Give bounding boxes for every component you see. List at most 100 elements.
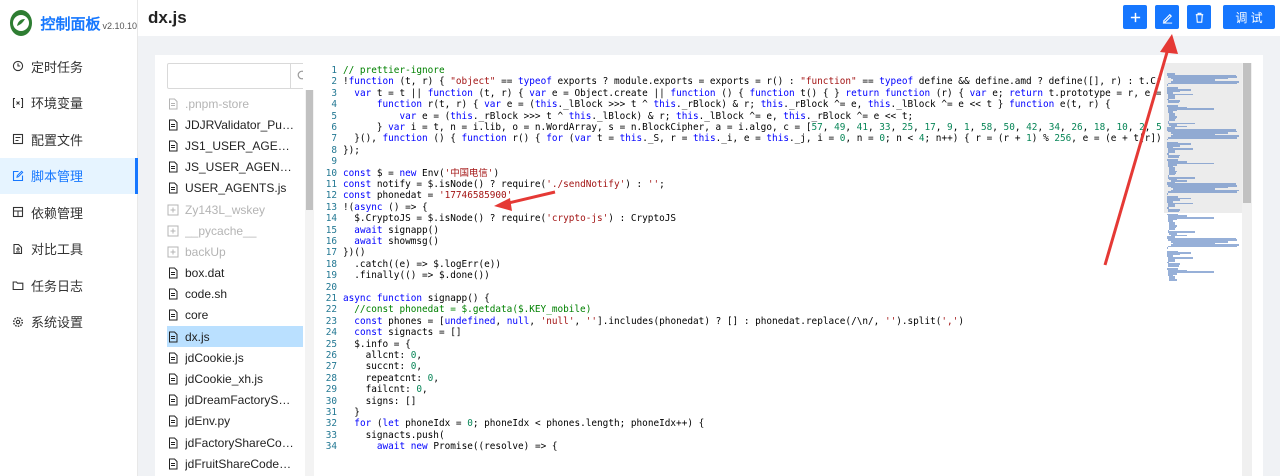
file-item[interactable]: .pnpm-store [167,93,303,114]
code-line[interactable]: 17})() [323,247,1161,258]
code-line[interactable]: 6 } var i = t, n = i.lib, o = n.WordArra… [323,122,1161,133]
add-button[interactable] [1123,5,1147,29]
code-line[interactable]: 24 const signacts = [] [323,327,1161,338]
logo[interactable]: 控制面板 v2.10.10 [0,0,137,46]
code-line[interactable]: 20 [323,282,1161,293]
file-tree-scroll-thumb[interactable] [306,90,313,210]
line-number: 4 [331,99,337,111]
code-line[interactable]: 33 signacts.push( [323,430,1161,441]
code-line[interactable]: 12 const phonedat = '17746585900' [323,190,1161,201]
code-line[interactable]: 23 const phones = [undefined, null, 'nul… [323,316,1161,327]
code-line[interactable]: 27 succnt: 0, [323,361,1161,372]
file-item[interactable]: core [167,305,303,326]
code-line[interactable]: 15 await signapp() [323,225,1161,236]
edit-button[interactable] [1155,5,1179,29]
code-text: $.CryptoJS = $.isNode() ? require('crypt… [343,213,677,225]
line-number: 3 [331,87,337,99]
sidebar-item-0[interactable]: 定时任务 [0,48,137,85]
minimap-line [1167,193,1169,195]
folder-plus-icon[interactable] [167,246,179,258]
file-item[interactable]: jdEnv.py [167,411,303,432]
line-number: 15 [325,224,337,236]
debug-button[interactable]: 调 试 [1223,5,1275,29]
sidebar-item-7[interactable]: 系统设置 [0,304,137,341]
file-item[interactable]: jdFruitShareCodes.js [167,453,303,474]
code-text: // prettier-ignore [343,65,445,76]
code-line[interactable]: 19 .finally(() => $.done()) [323,270,1161,281]
file-search-input[interactable] [168,64,290,88]
minimap-line [1169,228,1175,230]
line-number: 10 [325,167,337,179]
sidebar-item-6[interactable]: 任务日志 [0,267,137,304]
code-line[interactable]: 8}); [323,145,1161,156]
file-item[interactable]: JS_USER_AGENTS.js [167,157,303,178]
file-item-label: core [185,308,209,323]
sidebar-item-2[interactable]: 配置文件 [0,121,137,158]
line-number: 13 [325,201,337,213]
file-icon [167,309,179,321]
code-line[interactable]: 28 repeatcnt: 0, [323,373,1161,384]
sidebar-item-3[interactable]: 脚本管理 [0,157,138,194]
line-number: 16 [325,236,337,247]
code-line[interactable]: 34 await new Promise((resolve) => { [323,441,1161,452]
file-item-label: dx.js [185,329,210,344]
editor-scroll-thumb[interactable] [1243,63,1251,203]
file-item[interactable]: jdCookie_xh.js [167,368,303,389]
sidebar: 控制面板 v2.10.10 定时任务 环境变量 配置文件 脚本管理 依赖管理 对比工具 任务日… [0,0,138,476]
file-item[interactable]: Zy143L_wskey [167,199,303,220]
file-item[interactable]: backUp [167,241,303,262]
code-line[interactable]: 31 } [323,407,1161,418]
editor-scrollbar[interactable] [1242,63,1252,476]
code-line[interactable]: 11 const notify = $.isNode() ? require('.… [323,179,1161,190]
file-icon [167,98,179,110]
code-line[interactable]: 26 allcnt: 0, [323,350,1161,361]
code-line[interactable]: 5 var e = (this._rBlock >>> t ^ this._lB… [323,111,1161,122]
code-line[interactable]: 30 signs: [] [323,396,1161,407]
code-line[interactable]: 3 var t = t || function (t, r) { var e =… [323,88,1161,99]
code-line[interactable]: 32 for (let phoneIdx = 0; phoneIdx < pho… [323,418,1161,429]
line-number: 9 [331,156,337,168]
code-line[interactable]: 14 $.CryptoJS = $.isNode() ? require('cr… [323,213,1161,224]
file-item[interactable]: dx.js [167,326,303,348]
code-line[interactable]: 7 }(), function () { function r() { for … [323,133,1161,144]
code-editor[interactable]: 1 // prettier-ignore 2 !function (t, r) { "… [323,63,1263,476]
file-item[interactable]: jdFactoryShareCodes... [167,432,303,453]
file-item[interactable]: jdDreamFactoryShar... [167,390,303,411]
code-text: const $ = new Env('中国电信') [343,167,500,179]
sidebar-item-4[interactable]: 依赖管理 [0,194,137,231]
sidebar-item-1[interactable]: 环境变量 [0,85,137,122]
file-item[interactable]: box.dat [167,263,303,284]
code-text: } var i = t, n = i.lib, o = n.WordArray,… [343,122,1161,133]
code-line[interactable]: 25 $.info = { [323,339,1161,350]
code-line[interactable]: 4 function r(t, r) { var e = (this._lBlo… [323,99,1161,110]
folder-plus-icon[interactable] [167,225,179,237]
code-line[interactable]: 13 !(async () => { [323,202,1161,213]
code-line[interactable]: 29 failcnt: 0, [323,384,1161,395]
minimap-line [1168,205,1176,208]
code-line[interactable]: 18 .catch((e) => $.logErr(e)) [323,259,1161,270]
code-line[interactable]: 10 const $ = new Env('中国电信') [323,168,1161,179]
file-item[interactable]: code.sh [167,284,303,305]
code-minimap[interactable] [1164,63,1242,476]
file-icon [167,267,179,279]
code-line[interactable]: 21 async function signapp() { [323,293,1161,304]
file-item[interactable]: jdCookie.js [167,347,303,368]
code-line[interactable]: 16 await showmsg() [323,236,1161,247]
code-text: var t = t || function (t, r) { var e = O… [354,87,1161,99]
line-number: 31 [325,407,337,418]
code-line[interactable]: 1 // prettier-ignore [323,65,1161,76]
file-tree-scrollbar[interactable] [305,90,314,476]
search-button[interactable] [290,64,303,88]
folder-plus-icon[interactable] [167,204,179,216]
file-item[interactable]: JDJRValidator_Pure.js [167,114,303,135]
code-line[interactable]: 2 !function (t, r) { "object" == typeof e… [323,76,1161,87]
file-item[interactable]: __pycache__ [167,220,303,241]
sidebar-item-5[interactable]: 对比工具 [0,231,137,268]
page-title: dx.js [148,8,187,27]
file-icon [167,288,179,300]
delete-button[interactable] [1187,5,1211,29]
file-item[interactable]: USER_AGENTS.js [167,178,303,199]
file-item[interactable]: JS1_USER_AGENTS.js [167,135,303,156]
code-line[interactable]: 9 [323,156,1161,167]
code-line[interactable]: 22 //const phonedat = $.getdata($.KEY_mo… [323,304,1161,315]
